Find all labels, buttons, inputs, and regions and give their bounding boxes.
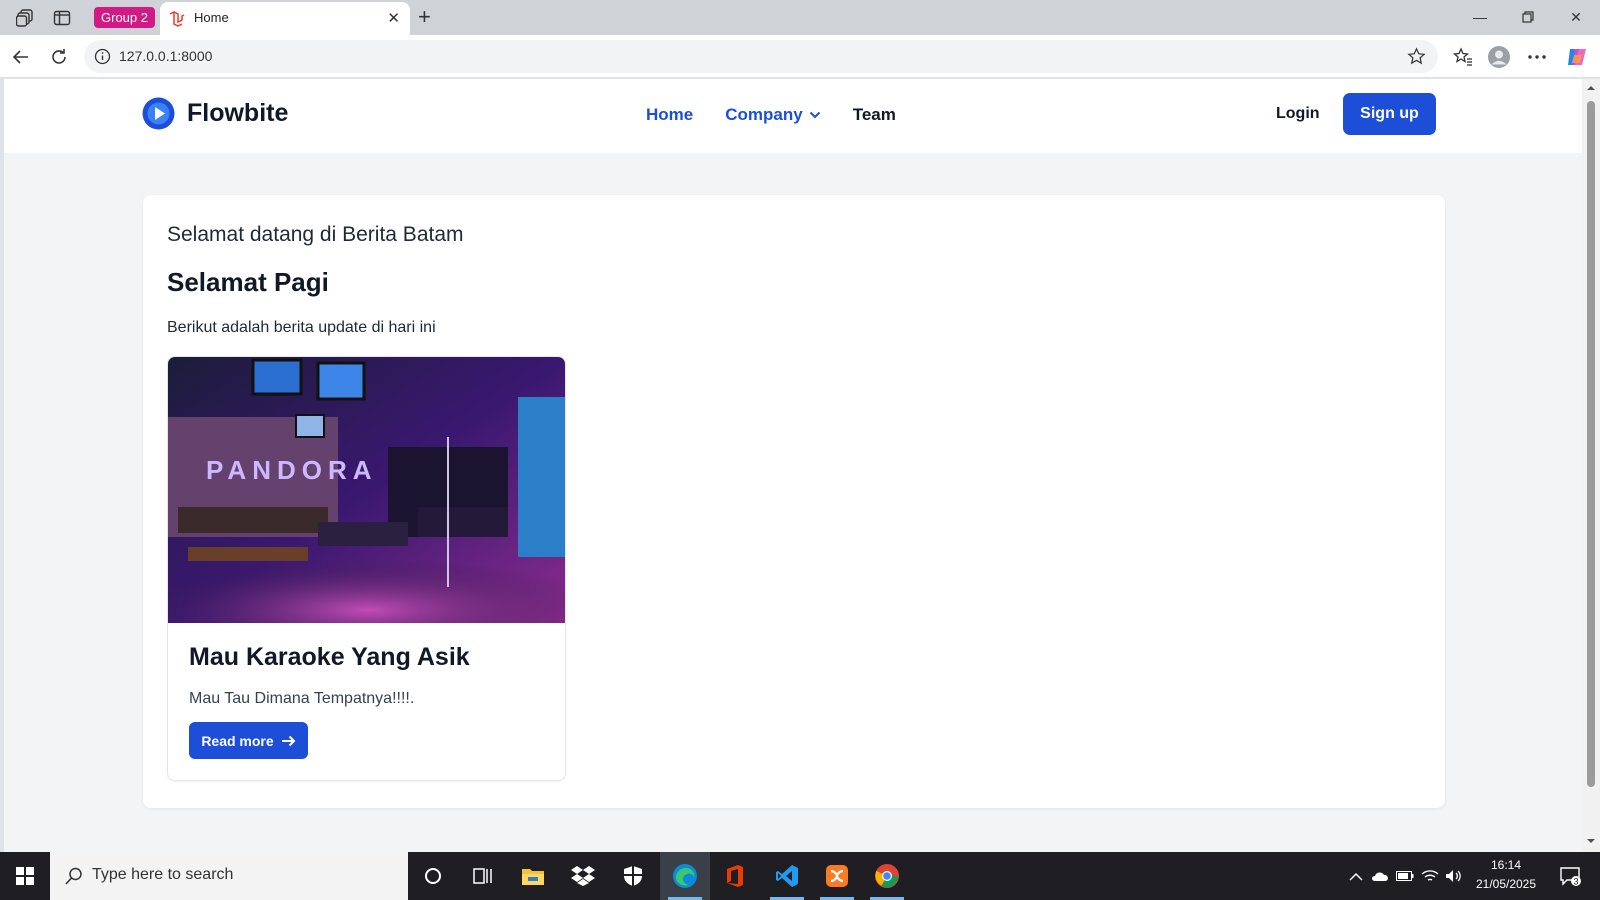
brand-logo[interactable]: Flowbite bbox=[142, 97, 288, 130]
brand-name: Flowbite bbox=[187, 99, 289, 127]
chevron-down-icon bbox=[809, 111, 820, 119]
scroll-up-icon[interactable] bbox=[1586, 83, 1596, 93]
scroll-down-icon[interactable] bbox=[1586, 836, 1596, 846]
news-panel: Selamat datang di Berita Batam Selamat P… bbox=[143, 195, 1445, 808]
show-hidden-icons-chevron-icon[interactable] bbox=[1345, 852, 1367, 900]
chrome-icon[interactable] bbox=[862, 852, 912, 900]
vscode-icon[interactable] bbox=[762, 852, 812, 900]
read-more-button[interactable]: Read more bbox=[189, 722, 308, 759]
clock-date: 21/05/2025 bbox=[1475, 877, 1537, 891]
scroll-thumb[interactable] bbox=[1587, 101, 1595, 787]
windows-taskbar: Type here to search 16:14 21/05/2025 3 bbox=[0, 852, 1600, 900]
greeting-heading: Selamat Pagi bbox=[167, 267, 329, 297]
address-toolbar: 127.0.0.1:8000 bbox=[0, 35, 1600, 78]
card-title[interactable]: Mau Karaoke Yang Asik bbox=[189, 643, 470, 672]
file-explorer-icon[interactable] bbox=[508, 852, 558, 900]
close-tab-icon[interactable]: ✕ bbox=[387, 9, 400, 27]
nav-company-label: Company bbox=[725, 105, 803, 124]
windows-logo-icon bbox=[16, 867, 34, 885]
copilot-icon[interactable] bbox=[1564, 44, 1590, 70]
system-clock[interactable]: 16:14 21/05/2025 bbox=[1466, 856, 1546, 894]
flowbite-logo-icon bbox=[142, 97, 175, 130]
taskbar-search-box[interactable]: Type here to search bbox=[50, 852, 408, 900]
vertical-tabs-icon[interactable] bbox=[50, 6, 74, 30]
welcome-heading: Selamat datang di Berita Batam bbox=[167, 223, 464, 246]
site-info-icon[interactable] bbox=[94, 48, 111, 65]
dropbox-icon[interactable] bbox=[558, 852, 608, 900]
close-window-icon[interactable]: ✕ bbox=[1562, 6, 1590, 28]
onedrive-cloud-icon[interactable] bbox=[1368, 852, 1392, 900]
minimize-icon[interactable]: — bbox=[1466, 6, 1494, 28]
main-menu: Home Company Team bbox=[646, 105, 896, 125]
search-placeholder: Type here to search bbox=[92, 866, 234, 883]
nav-home-link[interactable]: Home bbox=[646, 105, 693, 125]
notification-center-icon[interactable]: 3 bbox=[1550, 852, 1590, 900]
tab-home[interactable]: Home ✕ bbox=[160, 2, 410, 35]
arrow-right-icon bbox=[281, 735, 296, 746]
xampp-icon[interactable] bbox=[812, 852, 862, 900]
office-icon[interactable] bbox=[710, 852, 760, 900]
signup-button[interactable]: Sign up bbox=[1343, 93, 1436, 135]
nav-team-link[interactable]: Team bbox=[853, 105, 896, 125]
reload-icon[interactable] bbox=[46, 44, 72, 70]
cortana-icon[interactable] bbox=[408, 852, 458, 900]
volume-icon[interactable] bbox=[1442, 852, 1466, 900]
restore-icon[interactable] bbox=[1514, 6, 1542, 28]
tab-group-label[interactable]: Group 2 bbox=[94, 7, 155, 28]
nav-company-dropdown[interactable]: Company bbox=[725, 105, 820, 125]
task-view-icon[interactable] bbox=[458, 852, 508, 900]
card-text: Mau Tau Dimana Tempatnya!!!!. bbox=[189, 690, 415, 707]
favorite-star-icon[interactable] bbox=[1407, 47, 1426, 66]
url-text[interactable]: 127.0.0.1:8000 bbox=[119, 48, 212, 64]
workspaces-icon[interactable] bbox=[13, 6, 37, 30]
start-button[interactable] bbox=[0, 852, 50, 900]
karaoke-room-image[interactable]: PANDORA bbox=[168, 357, 566, 623]
edge-browser-icon[interactable] bbox=[660, 852, 710, 900]
page-viewport: Flowbite Home Company Team Login Sign up… bbox=[4, 79, 1582, 852]
back-icon[interactable] bbox=[8, 44, 34, 70]
read-more-label: Read more bbox=[201, 732, 274, 749]
news-card: PANDORA Mau Karaoke Yang Asik Mau Tau Di… bbox=[167, 356, 566, 781]
image-sign-text: PANDORA bbox=[206, 455, 378, 485]
page-scrollbar[interactable] bbox=[1582, 79, 1600, 852]
tab-title: Home bbox=[194, 10, 229, 25]
site-navbar: Flowbite Home Company Team Login Sign up bbox=[4, 79, 1582, 153]
laravel-favicon-icon bbox=[169, 11, 185, 27]
wifi-icon[interactable] bbox=[1418, 852, 1442, 900]
profile-avatar-icon[interactable] bbox=[1486, 44, 1512, 70]
favorites-icon[interactable] bbox=[1450, 44, 1476, 70]
clock-time: 16:14 bbox=[1490, 858, 1522, 872]
address-field[interactable]: 127.0.0.1:8000 bbox=[84, 40, 1438, 73]
security-shield-icon[interactable] bbox=[608, 852, 658, 900]
battery-icon[interactable] bbox=[1393, 852, 1417, 900]
intro-text: Berikut adalah berita update di hari ini bbox=[167, 319, 436, 336]
notification-count: 3 bbox=[1573, 877, 1578, 887]
more-options-icon[interactable] bbox=[1524, 44, 1550, 70]
login-link[interactable]: Login bbox=[1276, 105, 1320, 123]
search-icon bbox=[65, 867, 82, 885]
new-tab-icon[interactable]: + bbox=[418, 4, 431, 30]
browser-tab-bar: Group 2 Home ✕ + — ✕ bbox=[0, 0, 1600, 35]
